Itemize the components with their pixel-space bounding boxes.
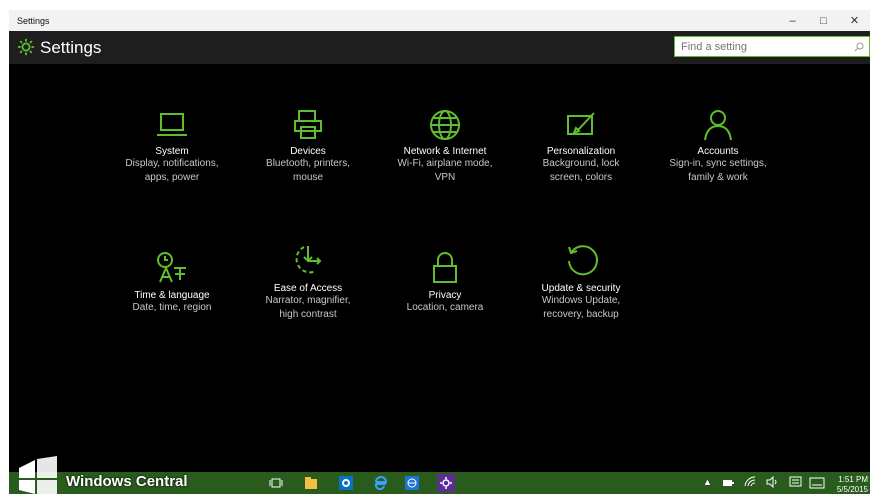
edge-icon[interactable] bbox=[372, 475, 388, 491]
settings-grid: System Display, notifications, apps, pow… bbox=[9, 64, 870, 472]
tile-desc-line2: screen, colors bbox=[549, 172, 613, 183]
tile-title: Ease of Access bbox=[273, 283, 343, 294]
wifi-icon[interactable] bbox=[744, 476, 756, 488]
tile-ease-of-access[interactable]: Ease of Access Narrator, magnifier, high… bbox=[240, 243, 376, 322]
lock-icon bbox=[433, 252, 457, 283]
tile-desc-line2: VPN bbox=[434, 172, 456, 183]
tile-desc-line1: Windows Update, bbox=[541, 295, 621, 306]
tile-title: Devices bbox=[290, 146, 326, 157]
tile-desc-line2: recovery, backup bbox=[543, 309, 619, 320]
tile-desc-line1: Display, notifications, bbox=[125, 158, 219, 169]
outlook-icon[interactable] bbox=[339, 476, 353, 490]
maximize-button[interactable]: □ bbox=[808, 10, 839, 31]
tile-system[interactable]: System Display, notifications, apps, pow… bbox=[104, 108, 240, 185]
tile-desc-line2: mouse bbox=[292, 172, 323, 183]
tile-title: Accounts bbox=[697, 146, 739, 157]
show-hidden-icons-icon[interactable]: ▲ bbox=[703, 477, 712, 487]
globe-app-icon[interactable] bbox=[405, 476, 419, 490]
brand-text: Windows Central bbox=[66, 473, 188, 490]
tile-title: Time & language bbox=[134, 290, 210, 301]
tile-privacy[interactable]: Privacy Location, camera bbox=[377, 250, 513, 315]
clock[interactable]: 1:51 PM 5/5/2015 bbox=[837, 475, 868, 495]
task-view-icon[interactable] bbox=[269, 476, 283, 490]
search-icon[interactable] bbox=[849, 42, 869, 52]
page-title: Settings bbox=[40, 38, 102, 57]
tile-desc-line2: apps, power bbox=[144, 172, 200, 183]
tile-title: Network & Internet bbox=[403, 146, 487, 157]
tile-accounts[interactable]: Accounts Sign-in, sync settings, family … bbox=[650, 108, 786, 185]
battery-icon[interactable] bbox=[722, 478, 734, 488]
tile-title: Update & security bbox=[541, 283, 621, 294]
globe-icon bbox=[430, 110, 460, 140]
tile-desc-line1: Background, lock bbox=[542, 158, 620, 169]
tile-desc-line1: Bluetooth, printers, bbox=[266, 158, 350, 169]
action-center-icon[interactable] bbox=[789, 476, 802, 489]
paintbrush-icon bbox=[567, 112, 595, 135]
tile-title: Privacy bbox=[428, 290, 462, 301]
window-title: Settings bbox=[17, 15, 50, 26]
settings-header: Settings bbox=[9, 31, 870, 64]
tile-desc-line1: Narrator, magnifier, bbox=[265, 295, 351, 306]
tile-desc-line1: Date, time, region bbox=[132, 302, 212, 313]
refresh-icon bbox=[568, 245, 598, 276]
windows-central-logo bbox=[19, 456, 57, 496]
laptop-icon bbox=[157, 113, 187, 136]
tile-desc-line2: family & work bbox=[688, 172, 748, 183]
clock-time: 1:51 PM bbox=[838, 475, 868, 484]
tile-desc-line1: Sign-in, sync settings, bbox=[669, 158, 767, 169]
person-icon bbox=[704, 110, 732, 141]
tile-title: System bbox=[155, 146, 189, 157]
close-button[interactable]: ✕ bbox=[839, 10, 870, 31]
ease-of-access-icon bbox=[295, 246, 322, 274]
minimize-button[interactable]: – bbox=[777, 10, 808, 31]
tile-update-security[interactable]: Update & security Windows Update, recove… bbox=[513, 243, 649, 322]
file-explorer-icon[interactable] bbox=[304, 476, 318, 490]
tile-desc-line1: Location, camera bbox=[406, 302, 484, 313]
search-box[interactable] bbox=[674, 36, 870, 57]
gear-icon bbox=[17, 38, 35, 56]
time-language-icon bbox=[157, 252, 186, 283]
printer-icon bbox=[294, 110, 322, 139]
keyboard-icon[interactable] bbox=[809, 477, 825, 489]
tile-personalization[interactable]: Personalization Background, lock screen,… bbox=[513, 108, 649, 185]
search-input[interactable] bbox=[675, 39, 849, 54]
tile-network[interactable]: Network & Internet Wi-Fi, airplane mode,… bbox=[377, 108, 513, 185]
volume-icon[interactable] bbox=[766, 476, 778, 488]
tile-devices[interactable]: Devices Bluetooth, printers, mouse bbox=[240, 108, 376, 185]
tile-time-language[interactable]: Time & language Date, time, region bbox=[104, 250, 240, 315]
title-bar: Settings – □ ✕ bbox=[9, 10, 870, 31]
taskbar: Windows Central ▲ 1:51 PM 5/5/2015 bbox=[9, 456, 870, 496]
tile-desc-line2: high contrast bbox=[279, 309, 337, 320]
settings-app-icon[interactable] bbox=[437, 474, 455, 492]
tile-desc-line1: Wi-Fi, airplane mode, bbox=[397, 158, 493, 169]
tile-title: Personalization bbox=[546, 146, 616, 157]
